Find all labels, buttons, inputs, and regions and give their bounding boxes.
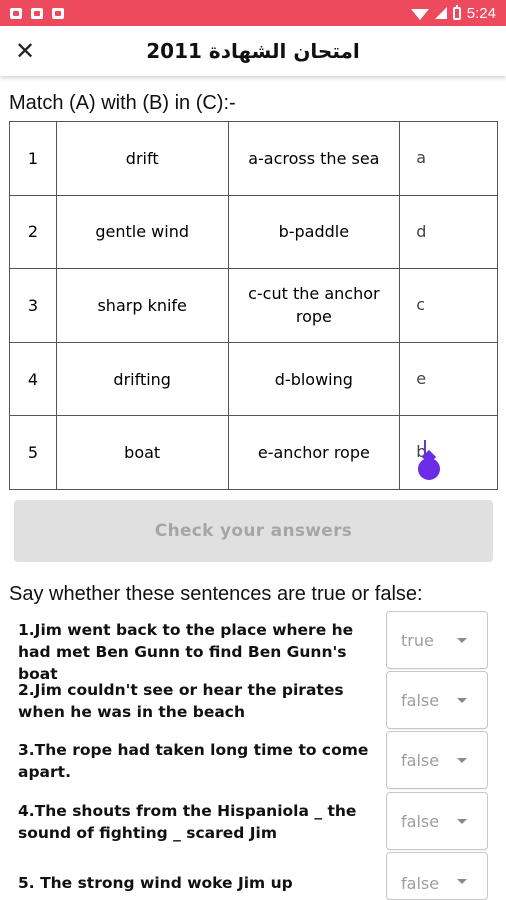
app-bar: ✕ امتحان الشهادة 2011 [0,26,506,76]
dropdown-value: false [401,690,440,710]
answer-value: c [416,295,425,315]
battery-icon [452,4,461,20]
column-a-cell: boat [55,415,229,490]
answer-dropdown[interactable]: false [386,852,488,900]
true-false-section-title: Say whether these sentences are true or … [9,583,423,605]
column-b-cell: a-across the sea [227,121,401,196]
dropdown-value: false [401,811,440,831]
row-number: 3 [9,268,57,343]
wifi-icon [410,8,429,20]
column-b-cell: b-paddle [227,194,401,270]
answer-value: a [416,148,427,167]
answer-dropdown[interactable]: true [386,611,488,669]
question-text: 5. The strong wind woke Jim up [18,874,293,892]
answer-dropdown[interactable]: false [386,731,488,789]
question-text: 4.The shouts from the Hispaniola _ the s… [18,802,357,842]
question-text: 2.Jim couldn't see or hear the pirates w… [18,681,344,721]
gallery-notification-icon [10,7,22,19]
signal-icon [434,7,447,19]
table-row: 5 boat e-anchor rope b [9,415,498,490]
match-table: 1 drift a-across the sea a 2 gentle wind… [9,121,498,490]
answer-value: e [416,368,427,388]
app-notification-icon [52,7,64,19]
row-number: 1 [9,121,57,196]
column-b-cell: d-blowing [227,341,401,417]
answer-input[interactable]: e [399,341,498,417]
match-section-title: Match (A) with (B) in (C):- [9,92,236,114]
dropdown-value: false [401,750,440,770]
table-row: 2 gentle wind b-paddle d [9,194,498,270]
text-selection-handle[interactable] [418,458,441,481]
close-button[interactable]: ✕ [8,34,42,68]
status-bar: 5:24 [0,0,506,26]
message-notification-icon [31,7,43,19]
answer-value: d [416,221,427,241]
check-answers-button[interactable]: Check your answers [14,500,493,562]
row-number: 5 [9,415,57,490]
question-text: 1.Jim went back to the place where he ha… [18,621,354,683]
table-row: 4 drifting d-blowing e [9,341,498,417]
answer-dropdown[interactable]: false [386,671,488,729]
column-a-cell: drift [55,121,229,196]
column-b-cell: e-anchor rope [227,415,401,490]
answer-input[interactable]: d [399,194,498,270]
dropdown-arrow-icon [457,638,467,643]
question-text: 3.The rope had taken long time to come a… [18,741,369,781]
row-number: 2 [9,194,57,270]
dropdown-arrow-icon [457,698,467,703]
page-title: امتحان الشهادة 2011 [146,39,360,63]
close-icon: ✕ [14,37,36,65]
answer-input[interactable]: c [399,268,498,343]
table-row: 1 drift a-across the sea a [9,121,498,196]
status-time: 5:24 [466,4,496,22]
column-a-cell: gentle wind [55,194,229,270]
dropdown-arrow-icon [457,879,467,884]
dropdown-arrow-icon [457,819,467,824]
answer-dropdown[interactable]: false [386,792,488,850]
column-a-cell: drifting [55,341,229,417]
answer-input[interactable]: a [399,121,498,196]
column-b-cell: c-cut the anchor rope [227,268,401,343]
table-row: 3 sharp knife c-cut the anchor rope c [9,268,498,343]
dropdown-arrow-icon [457,758,467,763]
column-a-cell: sharp knife [55,268,229,343]
answer-input-active[interactable]: b [399,415,498,490]
dropdown-value: true [401,630,434,650]
dropdown-value: false [401,873,440,893]
row-number: 4 [9,341,57,417]
